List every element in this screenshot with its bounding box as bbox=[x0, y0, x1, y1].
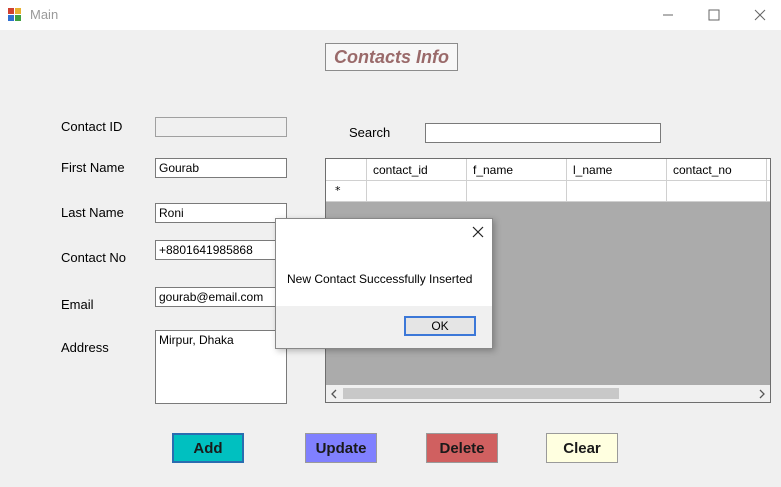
address-label: Address bbox=[61, 340, 109, 355]
scroll-right-icon[interactable] bbox=[758, 388, 766, 402]
scrollbar-thumb[interactable] bbox=[343, 388, 619, 399]
column-header-overflow bbox=[767, 159, 770, 181]
close-icon bbox=[754, 9, 766, 21]
last-name-label: Last Name bbox=[61, 205, 124, 220]
app-icon bbox=[8, 8, 22, 22]
first-name-label: First Name bbox=[61, 160, 125, 175]
dialog-footer: OK bbox=[276, 306, 492, 348]
contact-id-field[interactable] bbox=[155, 117, 287, 137]
dialog-message: New Contact Successfully Inserted bbox=[287, 272, 473, 286]
page-title: Contacts Info bbox=[325, 43, 458, 71]
clear-button[interactable]: Clear bbox=[546, 433, 618, 463]
window-title: Main bbox=[30, 7, 59, 22]
last-name-field[interactable]: Roni bbox=[155, 203, 287, 223]
minimize-button[interactable] bbox=[645, 0, 691, 30]
table-cell[interactable] bbox=[567, 181, 667, 202]
delete-button[interactable]: Delete bbox=[426, 433, 498, 463]
add-button[interactable]: Add bbox=[172, 433, 244, 463]
close-button[interactable] bbox=[737, 0, 781, 30]
table-cell bbox=[767, 181, 770, 202]
address-field[interactable]: Mirpur, Dhaka bbox=[155, 330, 287, 404]
contact-no-label: Contact No bbox=[61, 250, 127, 265]
table-cell[interactable] bbox=[667, 181, 767, 202]
email-label: Email bbox=[61, 297, 94, 312]
dialog-close-button[interactable] bbox=[472, 226, 484, 241]
maximize-button[interactable] bbox=[691, 0, 737, 30]
column-header-l-name[interactable]: l_name bbox=[567, 159, 667, 181]
contact-no-field[interactable]: +8801641985868 bbox=[155, 240, 287, 260]
table-cell[interactable] bbox=[367, 181, 467, 202]
search-input[interactable] bbox=[425, 123, 661, 143]
search-label: Search bbox=[349, 125, 391, 140]
message-dialog: New Contact Successfully Inserted OK bbox=[275, 218, 493, 349]
table-cell[interactable] bbox=[467, 181, 567, 202]
column-header-contact-id[interactable]: contact_id bbox=[367, 159, 467, 181]
new-row-marker: * bbox=[326, 181, 367, 202]
column-header-f-name[interactable]: f_name bbox=[467, 159, 567, 181]
close-icon bbox=[472, 226, 484, 238]
scroll-left-icon[interactable] bbox=[330, 388, 338, 402]
minimize-icon bbox=[663, 14, 673, 16]
row-header-corner bbox=[326, 159, 367, 181]
update-button[interactable]: Update bbox=[305, 433, 377, 463]
first-name-field[interactable]: Gourab bbox=[155, 158, 287, 178]
maximize-icon bbox=[708, 9, 720, 21]
contact-id-label: Contact ID bbox=[61, 119, 123, 134]
ok-button[interactable]: OK bbox=[404, 316, 476, 336]
horizontal-scrollbar[interactable] bbox=[326, 385, 770, 402]
column-header-contact-no[interactable]: contact_no bbox=[667, 159, 767, 181]
email-field[interactable]: gourab@email.com bbox=[155, 287, 287, 307]
